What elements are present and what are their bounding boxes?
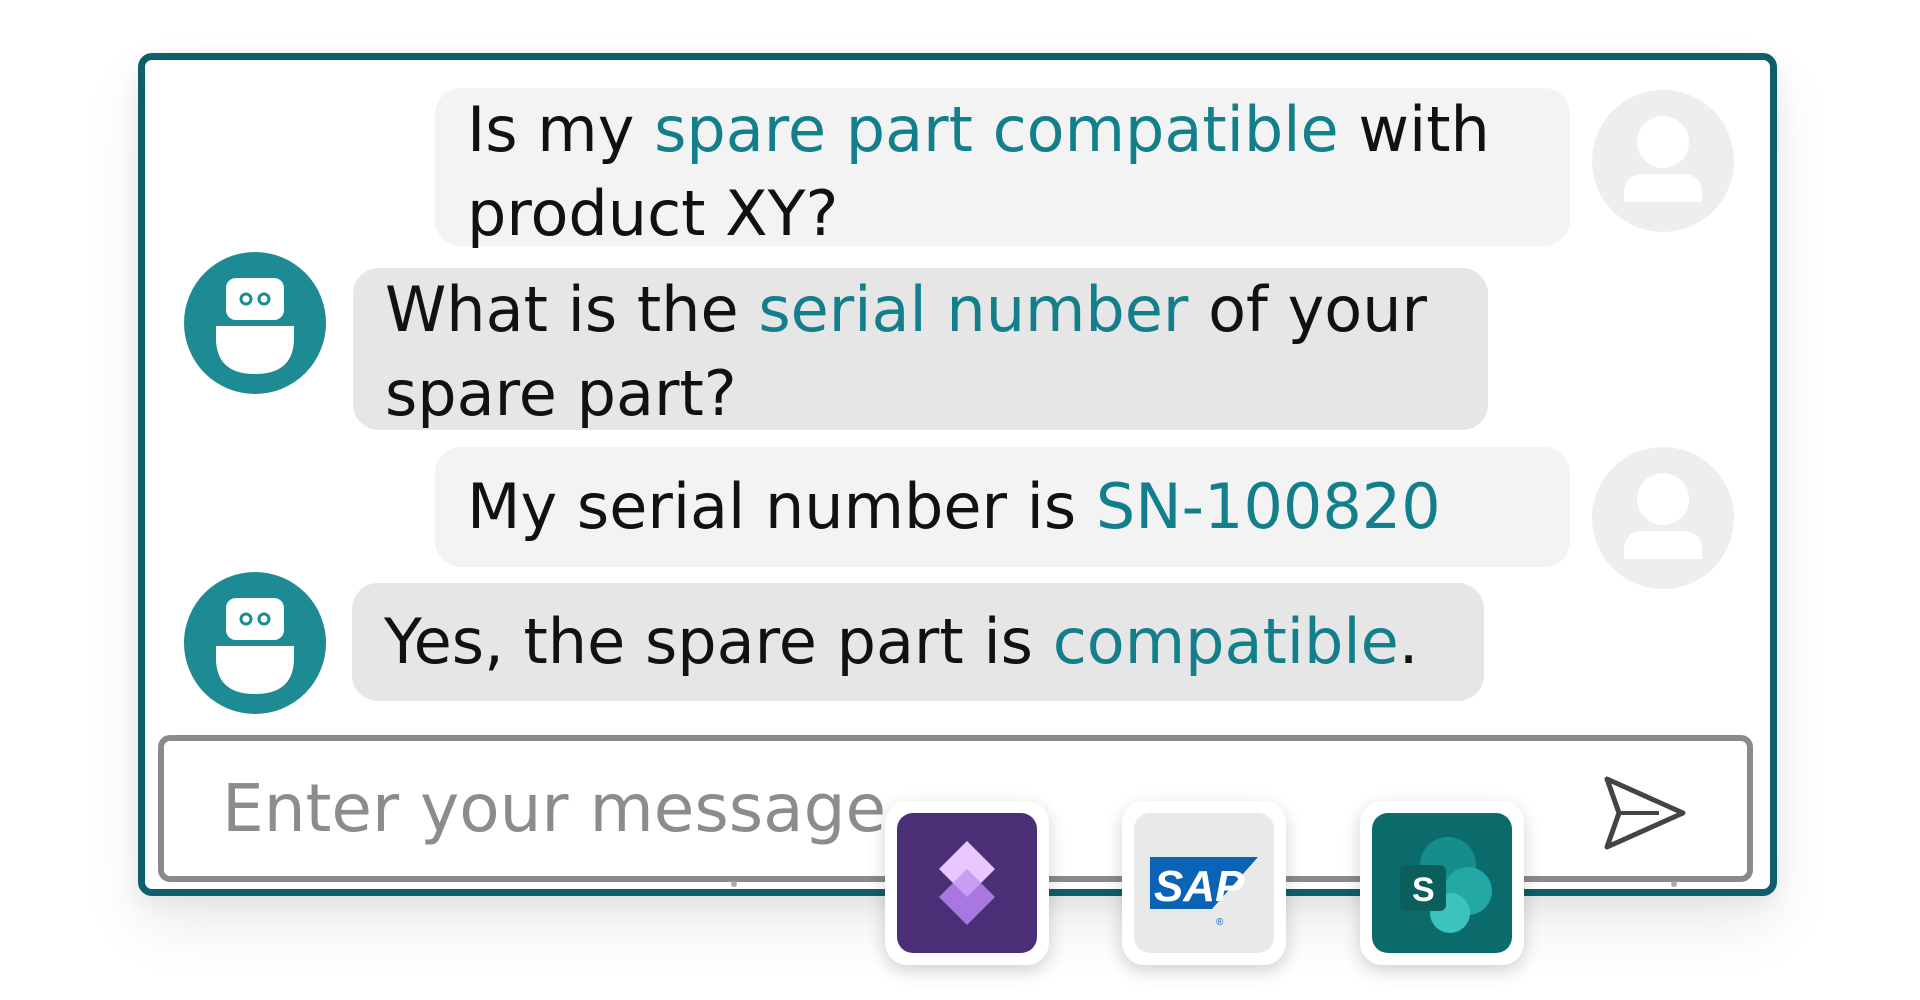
sap-logo-icon: SAP ® bbox=[1134, 813, 1274, 953]
message-text: Is my spare part compatible with product… bbox=[467, 93, 1490, 250]
highlight-text: SN-100820 bbox=[1095, 470, 1441, 543]
message-input-placeholder: Enter your message bbox=[222, 770, 887, 847]
svg-text:®: ® bbox=[1216, 917, 1224, 928]
bot-avatar-icon bbox=[184, 252, 326, 394]
svg-text:SAP: SAP bbox=[1154, 862, 1245, 911]
divider-dot bbox=[731, 881, 737, 887]
bot-message-1: What is the serial number of your spare … bbox=[353, 268, 1488, 430]
highlight-text: spare part compatible bbox=[654, 93, 1339, 166]
divider-dot bbox=[1671, 881, 1677, 887]
bot-avatar-icon bbox=[184, 572, 326, 714]
power-automate-icon bbox=[897, 813, 1037, 953]
user-avatar-icon bbox=[1592, 447, 1734, 589]
user-message-2: My serial number is SN-100820 bbox=[435, 447, 1570, 567]
highlight-text: compatible bbox=[1052, 605, 1399, 678]
message-text: What is the serial number of your spare … bbox=[385, 273, 1427, 430]
message-text: Yes, the spare part is compatible. bbox=[384, 605, 1419, 678]
sap-tile[interactable]: SAP ® bbox=[1122, 801, 1286, 965]
highlight-text: serial number bbox=[758, 273, 1189, 346]
svg-text:S: S bbox=[1412, 871, 1435, 909]
send-icon[interactable] bbox=[1599, 773, 1689, 853]
user-message-1: Is my spare part compatible with product… bbox=[435, 88, 1570, 250]
user-avatar-icon bbox=[1592, 90, 1734, 232]
message-text: My serial number is SN-100820 bbox=[467, 470, 1441, 543]
sharepoint-tile[interactable]: S bbox=[1360, 801, 1524, 965]
power-automate-tile[interactable] bbox=[885, 801, 1049, 965]
bot-message-2: Yes, the spare part is compatible. bbox=[352, 583, 1484, 701]
sharepoint-icon: S bbox=[1372, 813, 1512, 953]
